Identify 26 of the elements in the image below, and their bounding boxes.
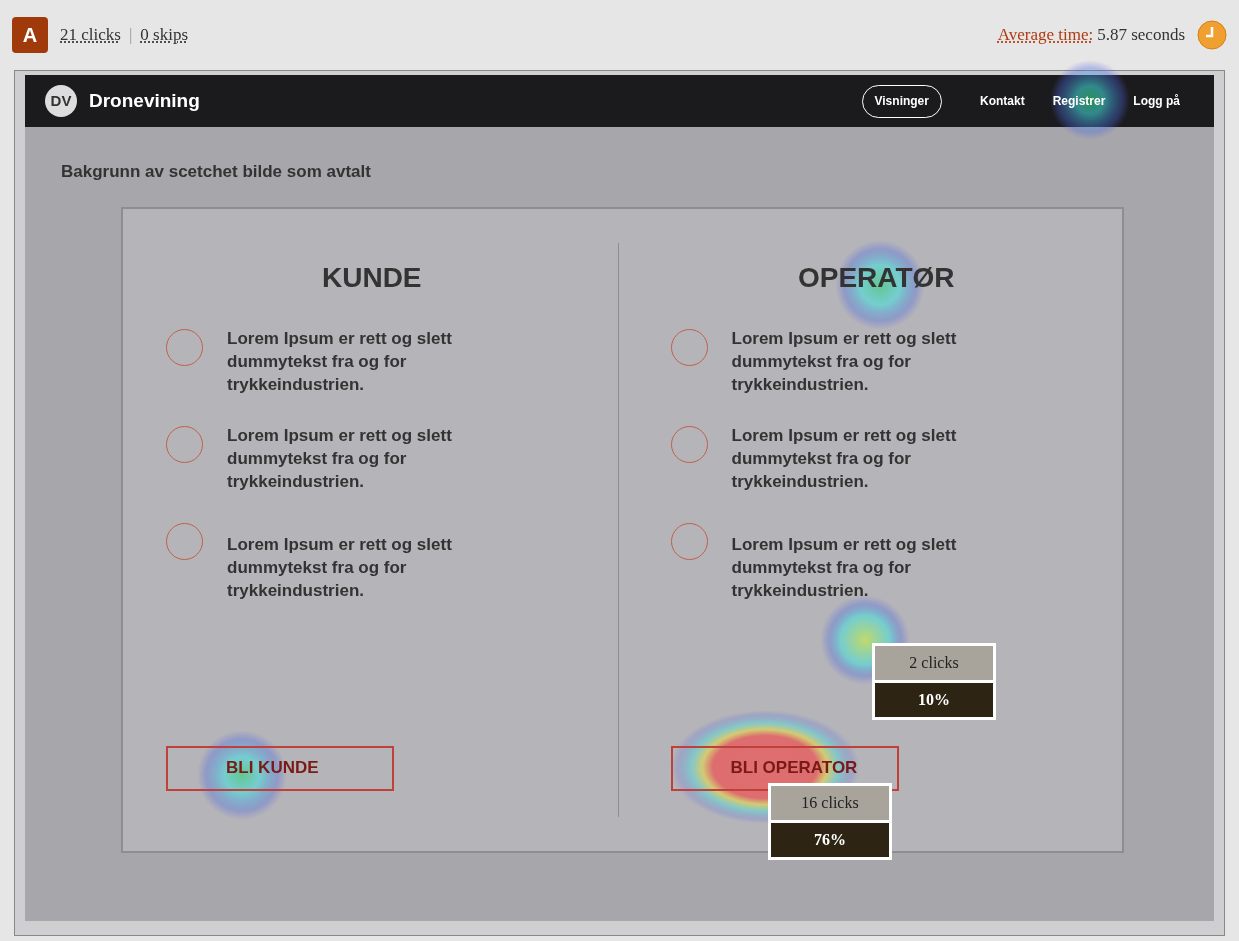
site-logo: DV xyxy=(45,85,77,117)
average-time-label: Average time: xyxy=(997,24,1094,47)
item-text: Lorem Ipsum er rett og slett dummytekst fra og for trykkeindustrien. xyxy=(227,327,453,396)
app-badge: A xyxy=(12,17,48,53)
click-percent: 10% xyxy=(875,683,993,717)
column-title: KUNDE xyxy=(320,260,423,295)
separator: | xyxy=(128,24,133,47)
clock-icon xyxy=(1197,20,1227,50)
page-caption: Bakgrunn av scetchet bilde som avtalt xyxy=(61,161,372,183)
click-percent: 76% xyxy=(771,823,889,857)
average-time-value: 5.87 seconds xyxy=(1097,24,1185,47)
nav-link[interactable]: Logg på xyxy=(1133,92,1180,110)
click-count: 16 clicks xyxy=(771,786,889,820)
item-text: Lorem Ipsum er rett og slett dummytekst fra og for trykkeindustrien. xyxy=(731,424,958,493)
skips-count: 0 skips xyxy=(140,24,189,47)
clicks-count: 21 clicks xyxy=(60,24,121,47)
item-text: Lorem Ipsum er rett og slett dummytekst fra og for trykkeindustrien. xyxy=(227,424,453,493)
item-text: Lorem Ipsum er rett og slett dummytekst fra og for trykkeindustrien. xyxy=(227,533,453,602)
item-text: Lorem Ipsum er rett og slett dummytekst fra og for trykkeindustrien. xyxy=(731,533,958,602)
site-name: Dronevining xyxy=(89,88,200,113)
column-title: OPERATØR xyxy=(796,260,956,295)
click-count: 2 clicks xyxy=(875,646,993,680)
item-text: Lorem Ipsum er rett og slett dummytekst fra og for trykkeindustrien. xyxy=(731,327,958,396)
nav-link[interactable]: Kontakt xyxy=(979,92,1025,110)
nav-link[interactable]: Registrer xyxy=(1052,92,1106,110)
signup-button[interactable]: BLI KUNDE xyxy=(166,745,394,791)
